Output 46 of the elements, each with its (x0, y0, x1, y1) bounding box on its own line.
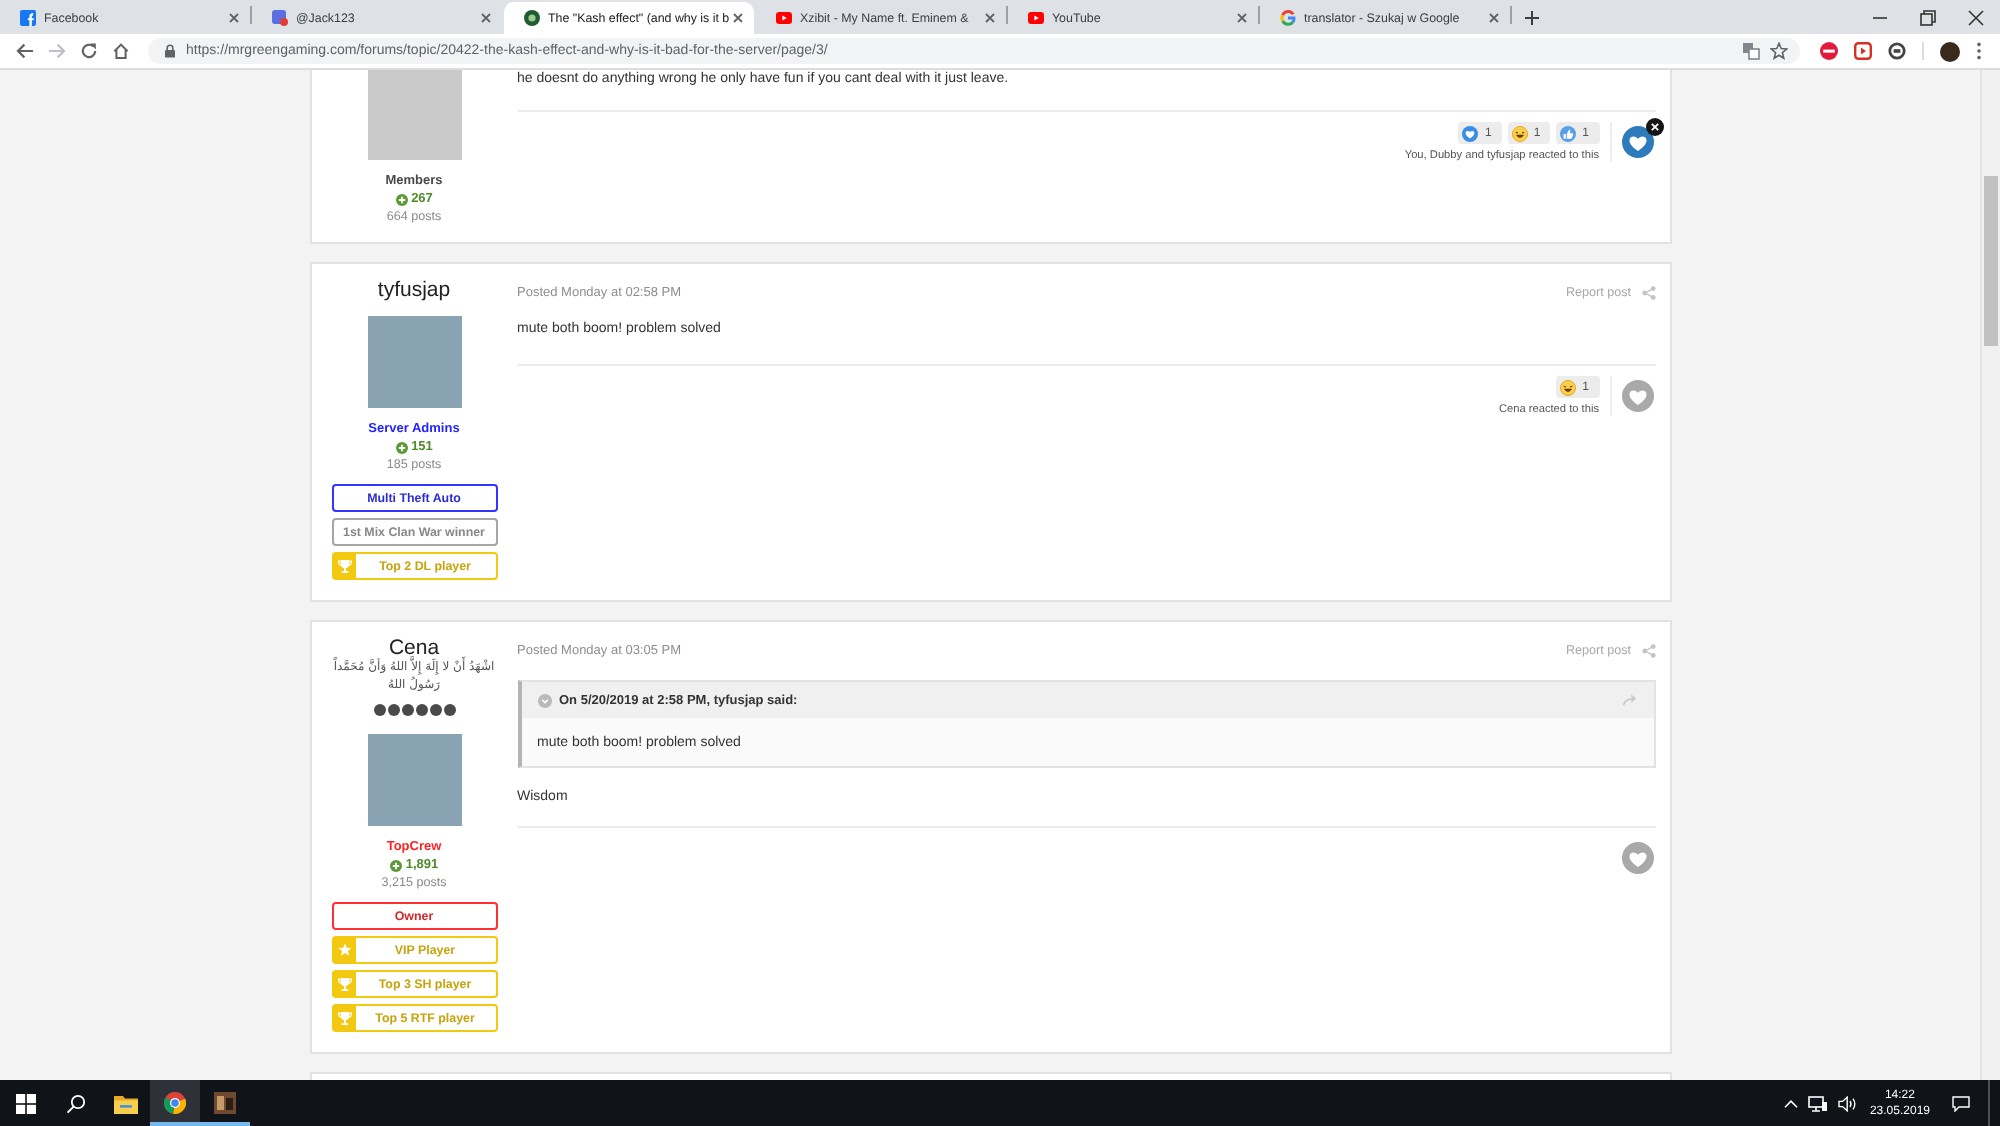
windows-logo-icon[interactable] (16, 1093, 36, 1113)
no-entry-icon[interactable] (1820, 42, 1838, 60)
play-square-icon[interactable] (1854, 42, 1872, 60)
plus-circle-icon (395, 193, 408, 205)
lock-icon (164, 44, 176, 58)
site-logo-icon (524, 10, 540, 26)
close-icon[interactable] (732, 12, 744, 24)
play-logo-icon (1028, 12, 1044, 24)
plus-circle-icon (395, 441, 408, 453)
thumbs-up-icon (1560, 125, 1577, 141)
close-icon[interactable] (1645, 118, 1663, 136)
menu-icon[interactable] (1976, 42, 1982, 60)
g-logo-icon (1280, 10, 1296, 26)
app-logo-icon (272, 10, 288, 26)
heart-icon (1627, 387, 1647, 405)
play-logo-icon (776, 12, 792, 24)
laughing-face-icon (1511, 125, 1528, 141)
volume-icon[interactable] (1837, 1095, 1858, 1111)
plus-circle-icon (389, 859, 402, 871)
f-logo-icon (20, 10, 36, 26)
heart-icon (1627, 849, 1647, 867)
plus-icon[interactable] (1524, 10, 1540, 26)
taskbar-button[interactable] (150, 1080, 200, 1126)
back-arrow-icon[interactable] (16, 42, 34, 60)
scrollbar-thumb[interactable] (1984, 176, 1998, 346)
folder-icon (113, 1093, 137, 1113)
restore-icon[interactable] (1920, 9, 1936, 25)
author-name[interactable]: tyfusjap (377, 278, 451, 302)
ring-icon[interactable] (1888, 42, 1906, 60)
heart-icon (1462, 125, 1479, 141)
speech-bubble-icon[interactable] (1951, 1095, 1969, 1111)
search-icon[interactable] (66, 1093, 86, 1113)
overlapping-squares-icon[interactable] (1742, 42, 1760, 60)
app-thumbnail-icon (214, 1092, 236, 1114)
network-icon[interactable] (1807, 1095, 1828, 1111)
react-button[interactable] (1621, 126, 1653, 158)
heart-icon (1627, 133, 1647, 151)
scrollbar-track[interactable] (1980, 70, 2000, 1080)
chevron-up-icon[interactable] (1783, 1099, 1798, 1107)
browser-logo-icon (164, 1092, 186, 1114)
home-icon[interactable] (112, 42, 130, 60)
star-icon[interactable] (1770, 42, 1788, 60)
laughing-face-icon (1560, 379, 1577, 395)
reload-icon[interactable] (80, 42, 98, 60)
close-icon[interactable] (1968, 9, 1984, 25)
avatar-icon[interactable] (1940, 41, 1960, 61)
